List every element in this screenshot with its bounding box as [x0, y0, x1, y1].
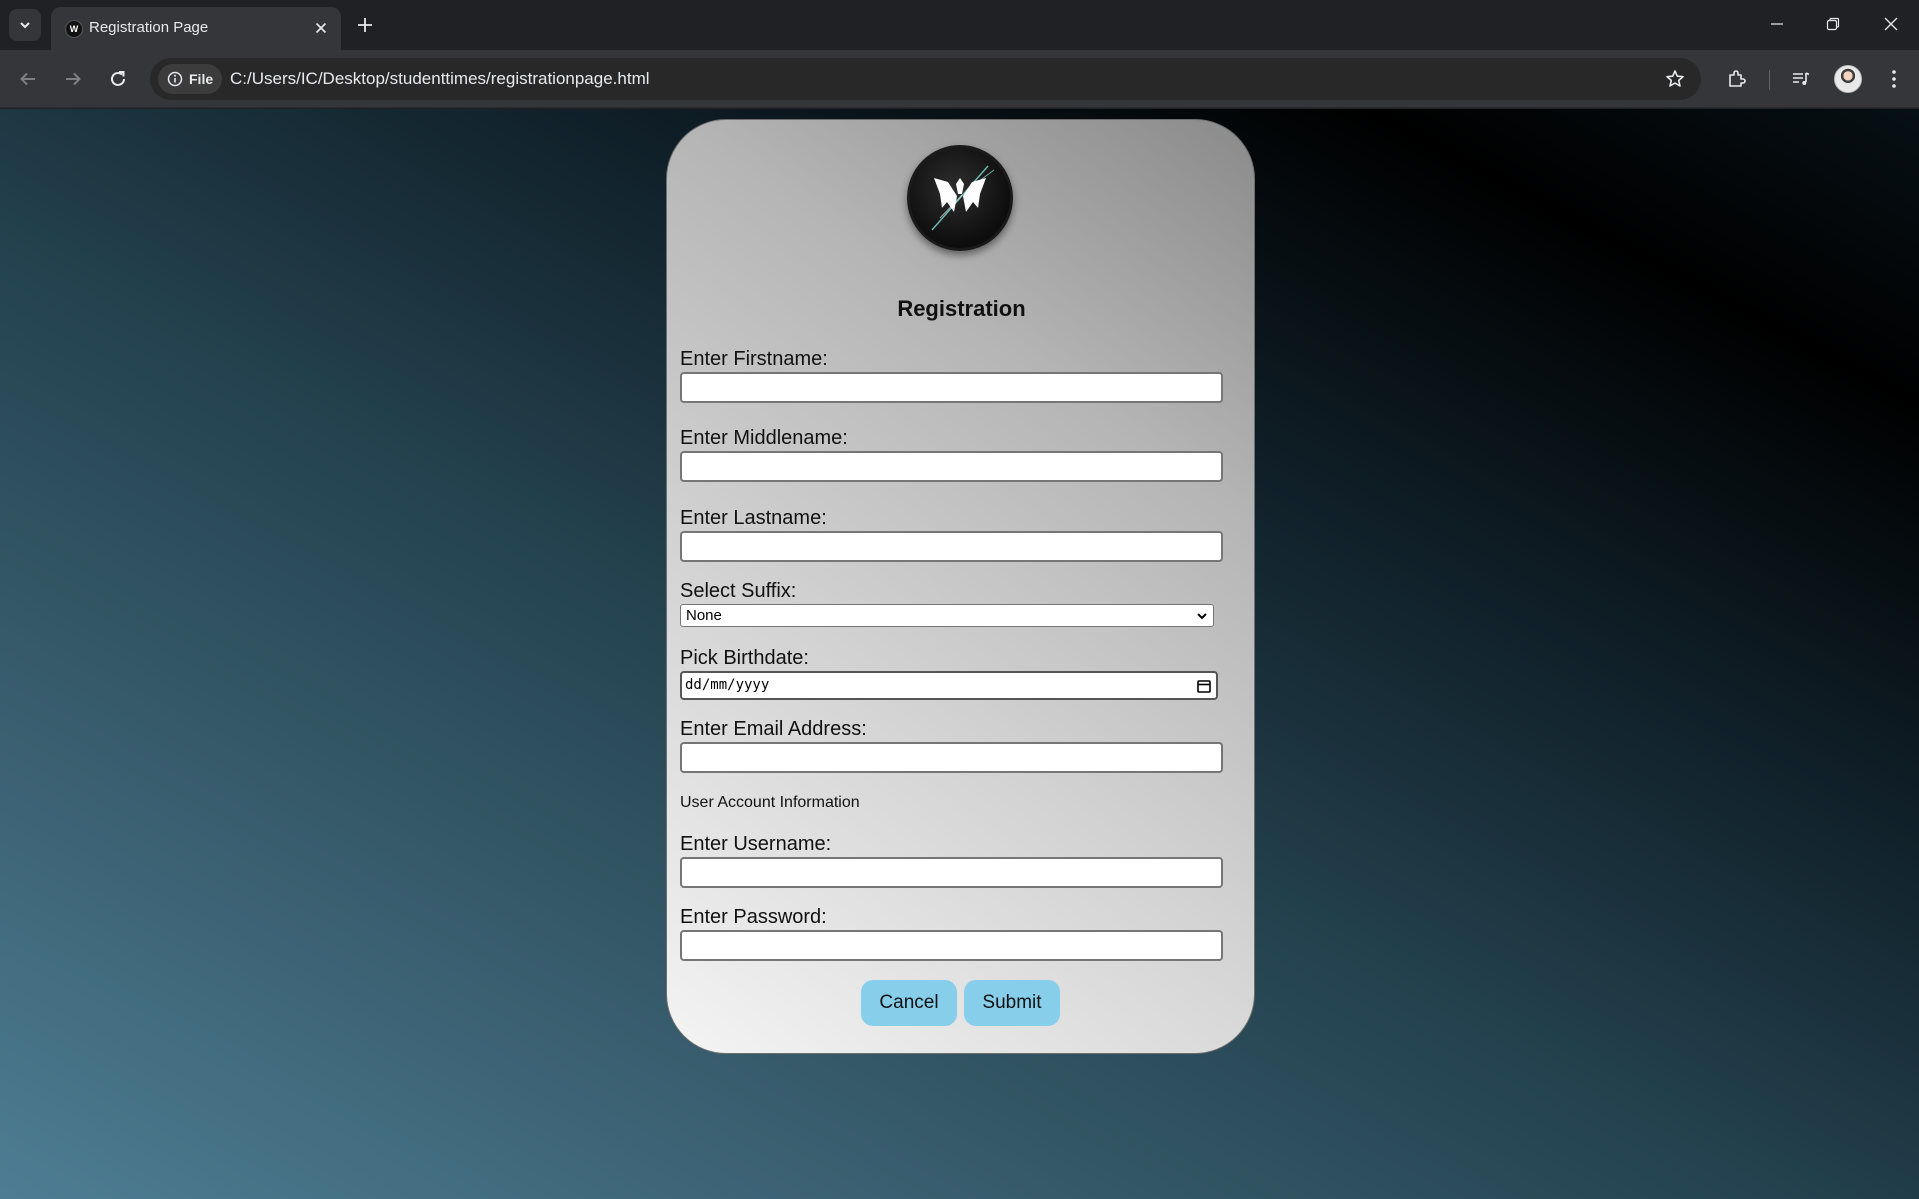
site-logo — [907, 145, 1013, 251]
forward-button[interactable] — [56, 62, 90, 96]
tab-favicon: W — [65, 20, 83, 38]
browser-menu-button[interactable] — [1877, 62, 1911, 96]
firstname-input[interactable] — [680, 372, 1223, 403]
form-title: Registration — [897, 296, 1026, 321]
site-info-chip[interactable]: File — [158, 64, 222, 94]
password-input[interactable] — [680, 930, 1223, 961]
bookmark-button[interactable] — [1661, 65, 1689, 93]
tab-close-button[interactable] — [311, 18, 331, 38]
close-icon — [315, 22, 327, 34]
tab-title: Registration Page — [89, 19, 209, 36]
registration-card: Registration Enter Firstname: Enter Midd… — [666, 119, 1255, 1054]
extensions-button[interactable] — [1719, 62, 1753, 96]
active-tab[interactable]: W Registration Page — [51, 7, 341, 50]
profile-avatar[interactable] — [1834, 65, 1862, 93]
password-label: Enter Password: — [680, 906, 827, 928]
minimize-icon — [1771, 23, 1783, 25]
kebab-menu-icon — [1892, 70, 1896, 88]
chevron-down-icon — [20, 22, 30, 29]
calendar-icon[interactable] — [1196, 678, 1212, 694]
new-tab-button[interactable] — [351, 11, 379, 39]
username-input[interactable] — [680, 857, 1223, 888]
minimize-button[interactable] — [1749, 0, 1805, 48]
username-label: Enter Username: — [680, 833, 832, 855]
logo-icon — [931, 165, 995, 231]
tab-strip: W Registration Page — [0, 0, 1919, 50]
cancel-button[interactable]: Cancel — [861, 980, 957, 1026]
email-label: Enter Email Address: — [680, 718, 867, 740]
restore-button[interactable] — [1805, 0, 1861, 48]
suffix-selected-value: None — [686, 607, 722, 624]
plus-icon — [358, 18, 372, 32]
suffix-select[interactable]: None — [680, 604, 1214, 627]
firstname-label: Enter Firstname: — [680, 348, 828, 370]
extensions-icon — [1729, 70, 1746, 87]
submit-button[interactable]: Submit — [964, 980, 1060, 1026]
reload-button[interactable] — [101, 62, 135, 96]
middlename-label: Enter Middlename: — [680, 427, 848, 449]
info-icon — [167, 71, 183, 87]
suffix-label: Select Suffix: — [680, 580, 797, 602]
back-button[interactable] — [11, 62, 45, 96]
back-arrow-icon — [20, 72, 35, 86]
close-icon — [1884, 17, 1898, 31]
account-section-heading: User Account Information — [680, 794, 860, 811]
email-input[interactable] — [680, 742, 1223, 773]
birthdate-placeholder: dd/mm/yyyy — [685, 677, 770, 693]
page-viewport: Registration Enter Firstname: Enter Midd… — [0, 109, 1919, 1199]
chevron-down-icon — [1197, 613, 1207, 620]
birthdate-input[interactable]: dd/mm/yyyy — [680, 671, 1218, 700]
lastname-label: Enter Lastname: — [680, 507, 827, 529]
media-control-button[interactable] — [1784, 62, 1818, 96]
restore-icon — [1826, 17, 1840, 31]
star-icon — [1666, 70, 1684, 87]
forward-arrow-icon — [66, 72, 81, 86]
toolbar-divider — [1769, 70, 1770, 90]
site-chip-label: File — [189, 71, 214, 87]
lastname-input[interactable] — [680, 531, 1223, 562]
address-bar[interactable]: File C:/Users/IC/Desktop/studenttimes/re… — [150, 58, 1701, 100]
reload-icon — [111, 71, 125, 86]
tab-search-button[interactable] — [9, 9, 41, 41]
birthdate-label: Pick Birthdate: — [680, 647, 809, 669]
close-window-button[interactable] — [1863, 0, 1919, 48]
media-queue-icon — [1793, 72, 1810, 85]
url-text[interactable]: C:/Users/IC/Desktop/studenttimes/registr… — [230, 69, 650, 89]
middlename-input[interactable] — [680, 451, 1223, 482]
browser-toolbar: File C:/Users/IC/Desktop/studenttimes/re… — [0, 50, 1919, 108]
